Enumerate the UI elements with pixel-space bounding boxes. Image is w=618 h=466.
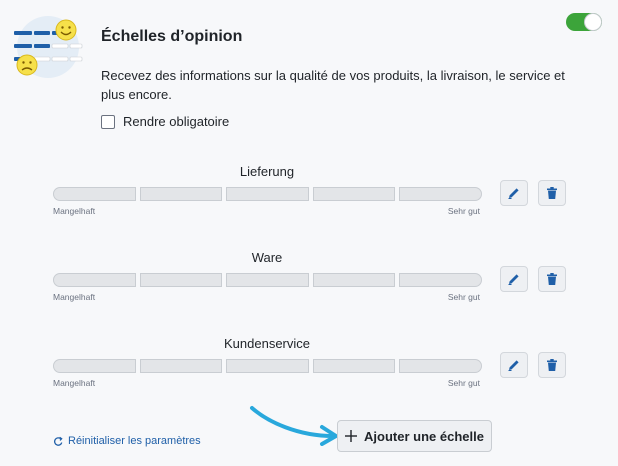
scale-low-label: Mangelhaft [53, 206, 96, 216]
toggle-knob [585, 14, 601, 30]
pencil-icon [508, 360, 519, 371]
edit-scale-button[interactable] [500, 352, 528, 378]
enable-toggle[interactable] [566, 13, 602, 31]
delete-scale-button[interactable] [538, 352, 566, 378]
scale-name: Kundenservice [224, 336, 310, 351]
plus-icon [345, 430, 358, 442]
scale-step [399, 187, 482, 201]
scale-step [53, 187, 136, 201]
reset-icon [54, 436, 63, 446]
opinion-scales-icon [14, 16, 83, 78]
required-label: Rendre obligatoire [123, 114, 230, 129]
section-description: Recevez des informations sur la qualité … [101, 68, 565, 102]
scale-low-label: Mangelhaft [53, 378, 96, 388]
opinion-scales-panel: Échelles d’opinion Recevez des informati… [0, 0, 618, 466]
scale-high-label: Sehr gut [447, 378, 480, 388]
scale-step [139, 187, 223, 201]
scale-step [139, 359, 223, 373]
scale-bars [53, 273, 482, 287]
add-scale-label: Ajouter une échelle [364, 428, 484, 444]
scale-step [53, 359, 136, 373]
edit-scale-button[interactable] [500, 266, 528, 292]
scale-step [312, 359, 396, 373]
arrow-icon [250, 406, 338, 446]
scale-step [312, 187, 396, 201]
pencil-icon [508, 188, 519, 199]
trash-icon [547, 273, 557, 285]
scale-step [312, 273, 396, 287]
trash-icon [547, 187, 557, 199]
scale-bars [53, 187, 482, 201]
scale-step [399, 273, 482, 287]
scale-step [139, 273, 223, 287]
scale-name: Lieferung [239, 164, 295, 179]
scale-step [53, 273, 136, 287]
required-checkbox[interactable] [101, 114, 115, 129]
scale-name: Ware [251, 250, 283, 265]
scale-low-label: Mangelhaft [53, 292, 96, 302]
add-scale-button[interactable]: Ajouter une échelle [337, 420, 492, 452]
scale-bars [53, 359, 482, 373]
scale-step [399, 359, 482, 373]
pencil-icon [508, 274, 519, 285]
scale-high-label: Sehr gut [447, 292, 480, 302]
trash-icon [547, 359, 557, 371]
delete-scale-button[interactable] [538, 266, 566, 292]
section-title: Échelles d’opinion [101, 28, 243, 45]
scale-high-label: Sehr gut [447, 206, 480, 216]
delete-scale-button[interactable] [538, 180, 566, 206]
required-checkbox-row[interactable]: Rendre obligatoire [101, 114, 229, 129]
scale-step [226, 273, 309, 287]
scale-step [226, 359, 309, 373]
reset-settings-link[interactable]: Réinitialiser les paramètres [53, 435, 201, 447]
reset-label: Réinitialiser les paramètres [68, 435, 201, 447]
edit-scale-button[interactable] [500, 180, 528, 206]
scale-step [226, 187, 309, 201]
